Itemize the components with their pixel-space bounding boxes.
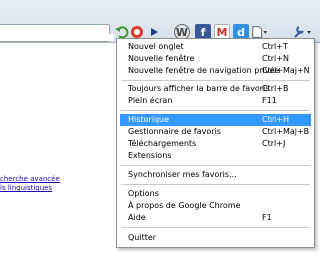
menu-item-shortcut: Ctrl+N bbox=[262, 54, 289, 63]
menu-item-downloads[interactable]: Téléchargements Ctrl+J bbox=[120, 138, 311, 150]
menu-separator bbox=[121, 184, 310, 185]
menu-item-label: Historique bbox=[128, 115, 170, 124]
menu-item-shortcut: Ctrl+Maj+N bbox=[262, 66, 310, 75]
menu-separator bbox=[121, 80, 310, 81]
menu-item-shortcut: Ctrl+H bbox=[262, 115, 289, 124]
menu-item-exit[interactable]: Quitter bbox=[120, 232, 311, 244]
menu-item-label: Options bbox=[128, 189, 159, 198]
menu-item-shortcut: Ctrl+B bbox=[262, 84, 289, 93]
menu-item-label: Toujours afficher la barre de favoris bbox=[128, 84, 270, 93]
menu-item-history[interactable]: Historique Ctrl+H bbox=[120, 114, 311, 126]
menu-item-about-chrome[interactable]: À propos de Google Chrome bbox=[120, 200, 311, 212]
menu-item-sync-bookmarks[interactable]: Synchroniser mes favoris... bbox=[120, 169, 311, 181]
menu-item-shortcut: F1 bbox=[262, 213, 272, 222]
menu-item-label: Synchroniser mes favoris... bbox=[128, 170, 237, 179]
menu-item-shortcut: Ctrl+T bbox=[262, 42, 288, 51]
address-bar[interactable] bbox=[0, 24, 110, 42]
menu-item-shortcut: Ctrl+Maj+B bbox=[262, 127, 310, 136]
language-tools-link[interactable]: ls linguistiques bbox=[0, 184, 52, 192]
menu-item-label: Quitter bbox=[128, 233, 157, 242]
advanced-search-link[interactable]: cherche avancée bbox=[0, 175, 60, 183]
menu-separator bbox=[121, 110, 310, 111]
chrome-wrench-menu: Nouvel onglet Ctrl+T Nouvelle fenêtre Ct… bbox=[116, 38, 315, 248]
menu-item-label: Plein écran bbox=[128, 96, 173, 105]
menu-item-label: Nouvelle fenêtre de navigation privée bbox=[128, 66, 280, 75]
menu-item-label: À propos de Google Chrome bbox=[128, 201, 241, 210]
menu-item-label: Nouvel onglet bbox=[128, 42, 184, 51]
menu-item-options[interactable]: Options bbox=[120, 188, 311, 200]
menu-item-shortcut: Ctrl+J bbox=[262, 139, 286, 148]
menu-item-label: Gestionnaire de favoris bbox=[128, 127, 221, 136]
menu-item-new-incognito-window[interactable]: Nouvelle fenêtre de navigation privée Ct… bbox=[120, 65, 311, 77]
menu-item-label: Aide bbox=[128, 213, 146, 222]
menu-item-new-window[interactable]: Nouvelle fenêtre Ctrl+N bbox=[120, 53, 311, 65]
menu-item-full-screen[interactable]: Plein écran F11 bbox=[120, 95, 311, 107]
menu-separator bbox=[121, 227, 310, 228]
menu-item-shortcut: F11 bbox=[262, 96, 277, 105]
menu-item-show-bookmarks-bar[interactable]: Toujours afficher la barre de favoris Ct… bbox=[120, 83, 311, 95]
menu-item-label: Nouvelle fenêtre bbox=[128, 54, 195, 63]
menu-separator bbox=[121, 165, 310, 166]
menu-item-help[interactable]: Aide F1 bbox=[120, 212, 311, 224]
menu-item-label: Téléchargements bbox=[128, 139, 197, 148]
menu-item-new-tab[interactable]: Nouvel onglet Ctrl+T bbox=[120, 41, 311, 53]
browser-toolbar: W f M d bbox=[0, 0, 320, 43]
menu-item-extensions[interactable]: Extensions bbox=[120, 150, 311, 162]
menu-item-label: Extensions bbox=[128, 151, 172, 160]
menu-item-bookmark-manager[interactable]: Gestionnaire de favoris Ctrl+Maj+B bbox=[120, 126, 311, 138]
